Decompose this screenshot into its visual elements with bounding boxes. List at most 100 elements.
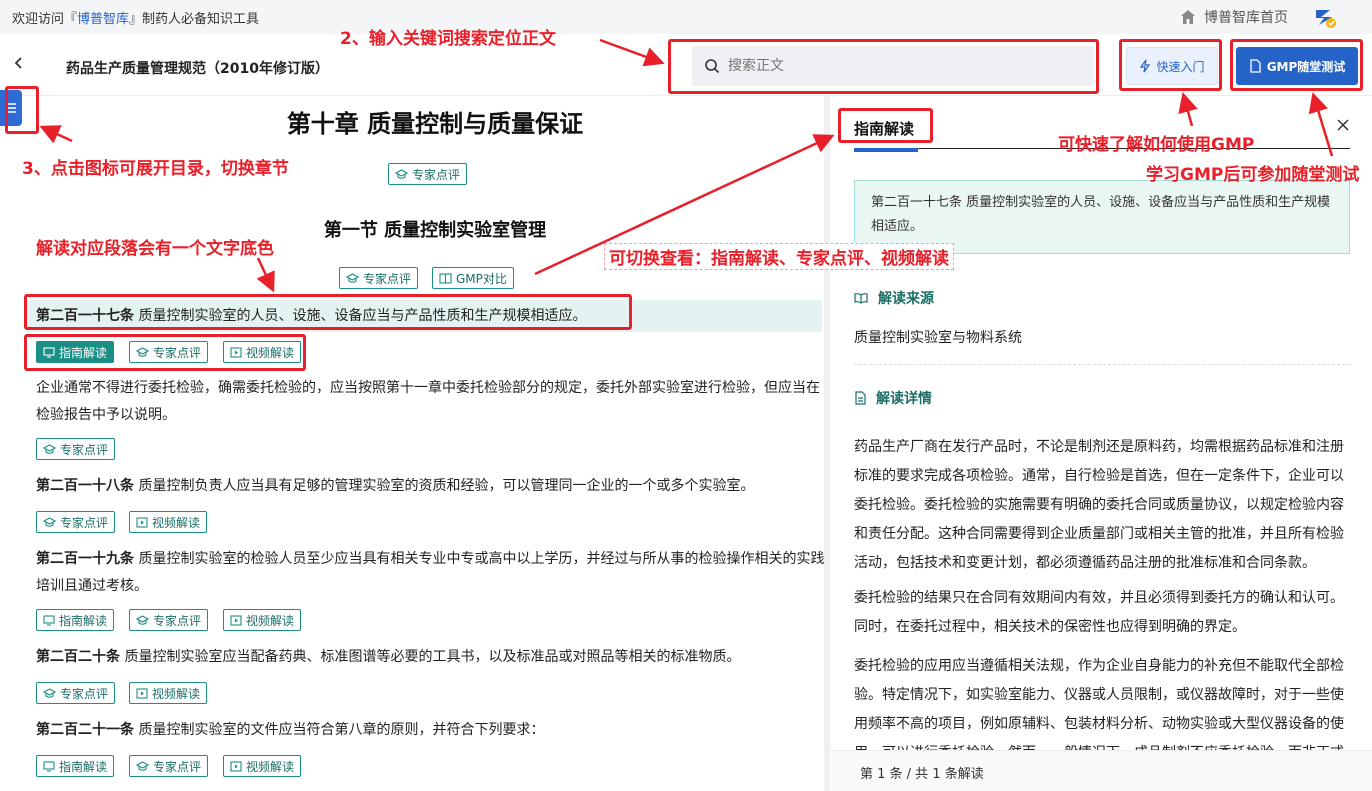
search-box[interactable] [692,46,1094,86]
article-number: 第二百一十七条 [36,308,134,324]
monitor-icon [43,614,55,626]
brand-link[interactable]: 博普智库 [77,12,129,27]
article-number: 第二百二十条 [36,649,120,665]
monitor-icon [43,346,55,358]
document-icon [1250,59,1261,73]
video-icon [230,760,242,772]
back-arrow-icon[interactable] [12,54,26,75]
article-text: 质量控制实验室的人员、设施、设备应当与产品性质和生产规模相适应。 [138,308,587,324]
tab-active-indicator [854,148,918,152]
article-text: 质量控制实验室的文件应当符合第八章的原则，并符合下列要求： [138,722,545,738]
pagination-footer: 第 1 条 / 共 1 条解读 [830,750,1372,791]
article-219: 第二百一十九条 质量控制实验室的检验人员至少应当具有相关专业中专或高中以上学历，… [36,546,824,600]
top-bar: 欢迎访问『博普智库』制药人必备知识工具 博普智库首页 [0,0,1372,34]
document-body: 第十章 质量控制与质量保证 专家点评 第一节 质量控制实验室管理 专家点评 GM… [0,96,824,791]
home-link-label: 博普智库首页 [1204,10,1288,26]
annotation-quick-start: 可快速了解如何使用GMP [1058,135,1255,155]
article-text: 企业通常不得进行委托检验，确需委托检验的，应当按照第十一章中委托检验部分的规定，… [36,380,820,423]
commission-paragraph: 企业通常不得进行委托检验，确需委托检验的，应当按照第十一章中委托检验部分的规定，… [36,375,824,429]
close-icon[interactable] [1336,116,1350,137]
expert-tag-label: 专家点评 [153,345,202,360]
graduation-cap-icon [395,168,408,179]
source-text: 质量控制实验室与物料系统 [854,330,1022,346]
article-text: 质量控制实验室应当配备药典、标准图谱等必要的工具书，以及标准品或对照品等相关的标… [124,649,741,665]
home-link[interactable]: 博普智库首页 [1180,7,1288,27]
welcome-prefix: 欢迎访问『 [12,12,78,27]
expert-review-tag[interactable]: 专家点评 [36,438,116,460]
expert-review-tag[interactable]: 专家点评 [36,682,116,704]
expert-review-tag[interactable]: 专家点评 [129,341,209,363]
guide-tag-label: 指南解读 [59,613,108,628]
welcome-suffix: 』制药人必备知识工具 [129,12,260,27]
graduation-cap-icon [346,272,359,283]
video-icon [230,346,242,358]
gmp-test-label: GMP随堂测试 [1266,59,1346,74]
lightning-icon [1140,59,1151,73]
brand-logo-icon [1316,10,1336,28]
article-number: 第二百一十八条 [36,478,134,494]
guide-tag-label: 指南解读 [59,759,108,774]
annotation-search: 2、输入关键词搜索定位正文 [340,29,556,49]
annotation-highlight: 解读对应段落会有一个文字底色 [36,239,274,259]
article-218: 第二百一十八条 质量控制负责人应当具有足够的管理实验室的资质和经验，可以管理同一… [36,473,824,500]
interpretation-panel: 指南解读 第二百一十七条 质量控制实验室的人员、设施、设备应当与产品性质和生产规… [830,96,1372,791]
source-heading: 解读来源 [854,288,934,308]
detail-paragraph: 药品生产厂商在发行产品时，不论是制剂还是原料药，均需根据药品标准和注册标准的要求… [854,439,1344,571]
article-text: 质量控制实验室的检验人员至少应当具有相关专业中专或高中以上学历，并经过与所从事的… [36,551,824,594]
chapter-expert-tag[interactable]: 专家点评 [388,163,468,185]
expert-review-tag[interactable]: 专家点评 [36,511,116,533]
search-icon [705,59,720,74]
article-text: 质量控制负责人应当具有足够的管理实验室的资质和经验，可以管理同一企业的一个或多个… [138,478,755,494]
detail-paragraph: 委托检验的结果只在合同有效期间内有效，并且必须得到委托方的确认和认可。同时，在委… [854,590,1344,635]
expert-review-tag[interactable]: 专家点评 [129,755,209,777]
chapter-title: 第十章 质量控制与质量保证 [286,110,584,138]
monitor-icon [43,760,55,772]
section-expert-tag-label: 专家点评 [363,271,412,286]
expert-tag-label: 专家点评 [60,686,109,701]
compare-icon [439,272,452,284]
guide-interpretation-tag[interactable]: 指南解读 [36,755,115,777]
header: 药品生产质量管理规范（2010年修订版） 快速入门 GMP随堂测试 [0,34,1372,96]
document-title: 药品生产质量管理规范（2010年修订版） [66,61,329,77]
book-icon [854,293,868,304]
expert-tag-label: 专家点评 [153,613,202,628]
graduation-cap-icon [43,516,56,527]
video-tag-label: 视频解读 [246,613,295,628]
section-expert-tag[interactable]: 专家点评 [339,267,419,289]
quick-start-button[interactable]: 快速入门 [1126,47,1218,85]
video-tag-label: 视频解读 [152,686,201,701]
graduation-cap-icon [43,687,56,698]
video-interpretation-tag[interactable]: 视频解读 [129,511,208,533]
video-interpretation-tag[interactable]: 视频解读 [129,682,208,704]
video-interpretation-tag[interactable]: 视频解读 [223,609,302,631]
guide-interpretation-tag[interactable]: 指南解读 [36,609,115,631]
gmp-test-button[interactable]: GMP随堂测试 [1236,47,1358,85]
video-icon [136,516,148,528]
detail-paragraph: 委托检验的应用应当遵循相关法规，作为企业自身能力的补充但不能取代全部检验。特定情… [854,658,1344,750]
expert-review-tag[interactable]: 专家点评 [129,609,209,631]
tab-guide-interpretation[interactable]: 指南解读 [854,118,914,139]
annotation-test: 学习GMP后可参加随堂测试 [1146,165,1360,185]
section-separator [854,364,1350,365]
annotation-toc: 3、点击图标可展开目录，切换章节 [22,159,289,179]
annotation-switch: 可切换查看：指南解读、专家点评、视频解读 [604,243,954,270]
article-number: 第二百二十一条 [36,722,134,738]
video-icon [136,687,148,699]
video-interpretation-tag[interactable]: 视频解读 [223,341,302,363]
guide-interpretation-tag[interactable]: 指南解读 [36,341,115,363]
search-input[interactable] [728,58,1068,74]
video-tag-label: 视频解读 [246,759,295,774]
expert-tag-label: 专家点评 [153,759,202,774]
graduation-cap-icon [136,614,149,625]
detail-heading-label: 解读详情 [876,391,932,407]
chapter-expert-tag-label: 专家点评 [412,167,461,182]
gmp-compare-tag[interactable]: GMP对比 [432,267,514,289]
expert-tag-label: 专家点评 [60,442,109,457]
graduation-cap-icon [136,760,149,771]
detail-heading: 解读详情 [854,388,932,408]
article-220: 第二百二十条 质量控制实验室应当配备药典、标准图谱等必要的工具书，以及标准品或对… [36,644,824,671]
article-221: 第二百二十一条 质量控制实验室的文件应当符合第八章的原则，并符合下列要求： [36,717,824,744]
home-icon [1181,10,1195,24]
video-interpretation-tag[interactable]: 视频解读 [223,755,302,777]
article-217: 第二百一十七条 质量控制实验室的人员、设施、设备应当与产品性质和生产规模相适应。 [36,303,824,330]
